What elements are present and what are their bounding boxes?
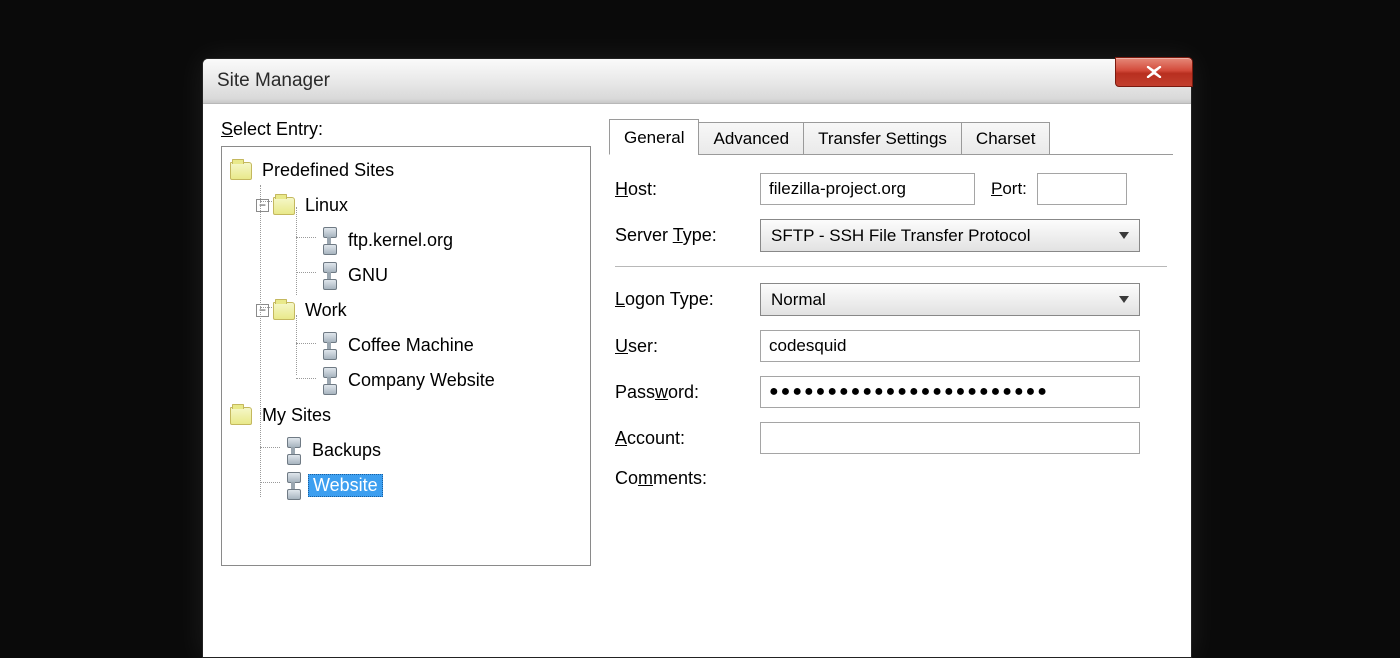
server-type-value: SFTP - SSH File Transfer Protocol [771,226,1030,246]
user-label: User: [615,336,750,357]
tree-label: Coffee Machine [344,335,478,356]
folder-icon [273,302,295,320]
server-icon [320,367,338,395]
user-input[interactable] [760,330,1140,362]
tree-label: GNU [344,265,392,286]
tab-general[interactable]: General [609,119,699,155]
window-title: Site Manager [217,70,330,92]
tree-label: Linux [301,195,352,216]
account-input[interactable] [760,422,1140,454]
site-manager-window: Site Manager Select Entry: [202,58,1192,658]
chevron-down-icon [1119,296,1129,303]
server-icon [320,262,338,290]
tab-transfer-settings[interactable]: Transfer Settings [803,122,962,155]
password-label: Password: [615,382,750,403]
left-pane: Select Entry: Predefined Sites [221,119,591,566]
tree-node-my-sites[interactable]: My Sites [226,398,586,433]
chevron-down-icon [1119,232,1129,239]
titlebar[interactable]: Site Manager [203,59,1191,104]
tree-label: Predefined Sites [258,160,398,181]
tree-label-selected: Website [308,474,383,497]
close-icon [1145,66,1163,78]
site-tree[interactable]: Predefined Sites − Linux ftp.kernel.org … [221,146,591,566]
tree-node-backups[interactable]: Backups [226,433,586,468]
right-pane: General Advanced Transfer Settings Chars… [609,119,1173,566]
select-entry-label: Select Entry: [221,119,591,140]
general-form: Host: Port: Server Type: SFTP - SSH File… [609,155,1173,489]
server-icon [284,437,302,465]
tree-node-gnu[interactable]: GNU [226,258,586,293]
tree-node-coffee-machine[interactable]: Coffee Machine [226,328,586,363]
folder-icon [230,162,252,180]
tree-label: My Sites [258,405,335,426]
account-label: Account: [615,428,750,449]
server-type-dropdown[interactable]: SFTP - SSH File Transfer Protocol [760,219,1140,252]
port-label: Port: [991,179,1027,199]
tree-label: Backups [308,440,385,461]
tree-node-work[interactable]: − Work [226,293,586,328]
server-icon [320,227,338,255]
client-area: Select Entry: Predefined Sites [203,104,1191,581]
tab-advanced[interactable]: Advanced [698,122,804,155]
tree-node-website[interactable]: Website [226,468,586,503]
close-button[interactable] [1115,57,1193,87]
divider [615,266,1167,267]
folder-icon [230,407,252,425]
password-input[interactable]: ●●●●●●●●●●●●●●●●●●●●●●●● [760,376,1140,408]
host-label: Host: [615,179,750,200]
logon-type-value: Normal [771,290,826,310]
tree-node-predefined-sites[interactable]: Predefined Sites [226,153,586,188]
folder-icon [273,197,295,215]
server-icon [320,332,338,360]
tab-charset[interactable]: Charset [961,122,1051,155]
tree-node-linux[interactable]: − Linux [226,188,586,223]
tree-label: ftp.kernel.org [344,230,457,251]
tab-bar: General Advanced Transfer Settings Chars… [609,119,1173,155]
logon-type-dropdown[interactable]: Normal [760,283,1140,316]
logon-type-label: Logon Type: [615,289,750,310]
host-input[interactable] [760,173,975,205]
comments-label: Comments: [615,468,750,489]
port-input[interactable] [1037,173,1127,205]
tree-label: Work [301,300,351,321]
tree-node-company-website[interactable]: Company Website [226,363,586,398]
tree-node-ftp-kernel[interactable]: ftp.kernel.org [226,223,586,258]
server-type-label: Server Type: [615,225,750,246]
collapse-icon[interactable]: − [256,304,269,317]
tree-label: Company Website [344,370,499,391]
server-icon [284,472,302,500]
